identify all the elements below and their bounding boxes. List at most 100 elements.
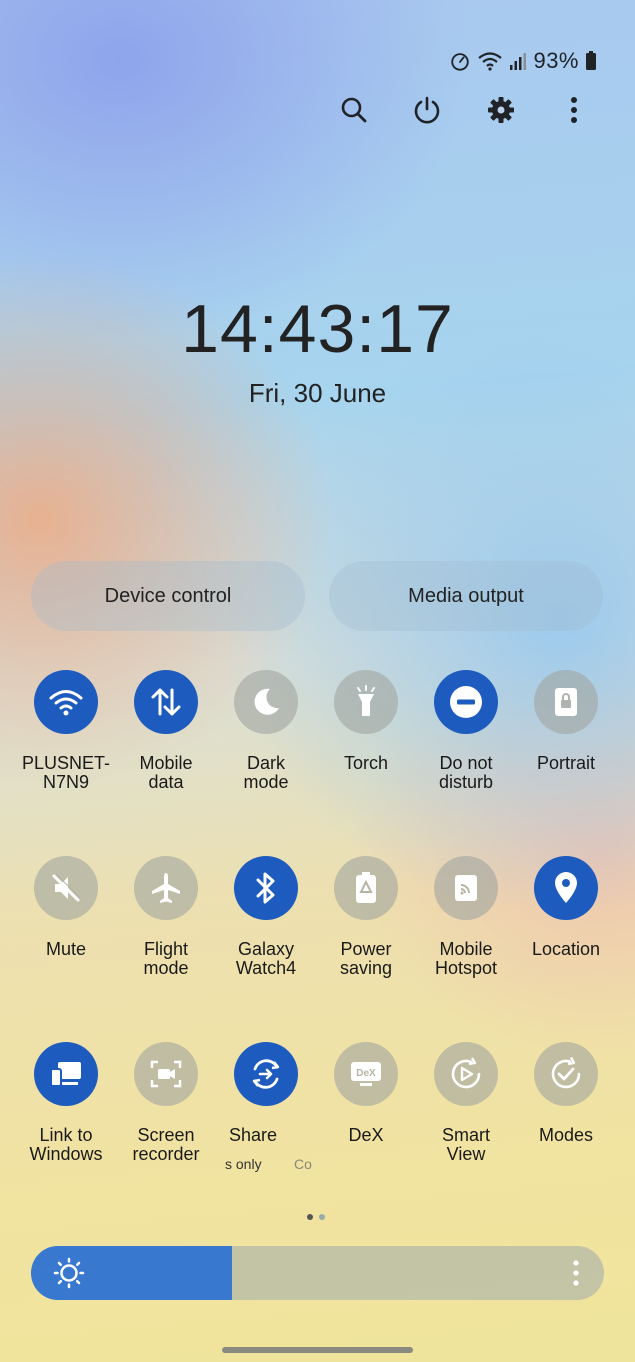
tile-mobile-hotspot-label: Mobile Hotspot [434,939,498,978]
tile-torch-label: Torch [343,753,388,773]
tile-quick-share[interactable]: Share [216,1042,316,1145]
more-vert-icon [571,97,577,123]
page-indicator [307,1214,325,1220]
tile-flight-mode[interactable]: Flight mode [116,856,216,978]
tile-power-saving-label: Power saving [339,939,393,978]
navigation-handle[interactable] [222,1347,413,1353]
gear-icon [488,97,514,123]
link-to-windows-icon [50,1062,81,1087]
tile-quick-share-label: Share [229,1125,278,1145]
share-subtitle: s only [225,1156,262,1172]
tile-screen-recorder-circle[interactable] [134,1042,198,1106]
tile-screen-recorder[interactable]: Screen recorder [116,1042,216,1164]
tile-mute-label: Mute [45,939,87,959]
tile-link-to-windows-circle[interactable] [34,1042,98,1106]
data-arrows-icon [151,688,181,716]
quick-panel-toolbar [0,92,635,128]
tile-quick-share-circle[interactable] [234,1042,298,1106]
tile-mute-circle[interactable] [34,856,98,920]
tile-link-to-windows-label: Link to Windows [29,1125,103,1164]
page-dot-active [307,1214,313,1220]
tile-smart-view-label: Smart View [441,1125,490,1164]
hotspot-icon [455,875,477,901]
battery-percentage: 93% [533,48,579,73]
tile-smart-view[interactable]: Smart View [416,1042,516,1164]
power-icon [414,96,440,124]
wifi-status-icon [478,52,503,71]
tile-portrait[interactable]: Portrait [516,670,616,773]
muted-speaker-icon [52,873,81,902]
settings-button[interactable] [483,92,519,128]
location-pin-icon [555,872,577,903]
tile-torch[interactable]: Torch [316,670,416,773]
moon-icon [254,688,279,715]
tile-dex-label: DeX [348,1125,384,1145]
signal-icon [510,53,527,70]
dex-icon: DeX [351,1062,381,1086]
tile-portrait-circle[interactable] [534,670,598,734]
tile-modes[interactable]: Modes [516,1042,616,1145]
tile-mobile-data-label: Mobile data [139,753,193,792]
tile-location-label: Location [531,939,601,959]
tile-wifi-circle[interactable] [34,670,98,734]
clock-date[interactable]: Fri, 30 June [0,378,635,409]
brightness-slider[interactable] [31,1246,604,1300]
tile-mobile-hotspot-circle[interactable] [434,856,498,920]
tile-modes-label: Modes [538,1125,594,1145]
tile-mobile-data-circle[interactable] [134,670,198,734]
minus-circle-icon [450,686,482,718]
battery-icon [586,51,596,70]
search-icon [341,97,367,123]
brightness-more-icon[interactable] [572,1258,580,1288]
tile-power-saving[interactable]: Power saving [316,856,416,978]
tile-power-saving-circle[interactable] [334,856,398,920]
tile-location-circle[interactable] [534,856,598,920]
screen-recorder-icon [150,1060,182,1088]
bluetooth-icon [256,872,275,904]
share-subtitle-fade: Co [294,1156,312,1172]
tile-modes-circle[interactable] [534,1042,598,1106]
smart-view-icon [451,1057,481,1089]
speed-icon [451,53,470,71]
tile-do-not-disturb-circle[interactable] [434,670,498,734]
modes-icon [551,1056,581,1089]
tile-do-not-disturb[interactable]: Do not disturb [416,670,516,792]
tile-link-to-windows[interactable]: Link to Windows [16,1042,116,1164]
wifi-icon [49,690,83,716]
tile-mobile-data[interactable]: Mobile data [116,670,216,792]
device-control-button[interactable]: Device control [31,561,305,631]
page-dot [319,1214,325,1220]
tile-wifi[interactable]: PLUSNET- N7N9 [16,670,116,792]
tile-smart-view-circle[interactable] [434,1042,498,1106]
tile-flight-mode-label: Flight mode [143,939,189,978]
tile-bluetooth-label: Galaxy Watch4 [235,939,297,978]
search-button[interactable] [336,92,372,128]
flashlight-icon [357,685,375,716]
tile-screen-recorder-label: Screen recorder [132,1125,200,1164]
tile-torch-circle[interactable] [334,670,398,734]
tile-dark-mode[interactable]: Dark mode [216,670,316,792]
svg-text:DeX: DeX [356,1068,376,1079]
tile-dark-mode-circle[interactable] [234,670,298,734]
tile-dex[interactable]: DeX DeX [316,1042,416,1145]
more-options-button[interactable] [556,92,592,128]
tile-dark-mode-label: Dark mode [243,753,289,792]
tile-bluetooth-circle[interactable] [234,856,298,920]
tile-flight-mode-circle[interactable] [134,856,198,920]
tile-mute[interactable]: Mute [16,856,116,959]
tile-wifi-label: PLUSNET- N7N9 [21,753,111,792]
media-output-button[interactable]: Media output [329,561,603,631]
tile-dex-circle[interactable]: DeX [334,1042,398,1106]
tile-bluetooth[interactable]: Galaxy Watch4 [216,856,316,978]
tile-location[interactable]: Location [516,856,616,959]
battery-leaf-icon [356,872,376,903]
tile-mobile-hotspot[interactable]: Mobile Hotspot [416,856,516,978]
clock-time[interactable]: 14:43:17 [0,290,635,368]
portrait-lock-icon [555,688,577,716]
airplane-icon [152,873,180,903]
sun-icon [53,1257,85,1289]
tile-do-not-disturb-label: Do not disturb [438,753,494,792]
power-button[interactable] [409,92,445,128]
quick-share-icon [252,1059,280,1089]
status-bar: 93% [449,48,597,74]
